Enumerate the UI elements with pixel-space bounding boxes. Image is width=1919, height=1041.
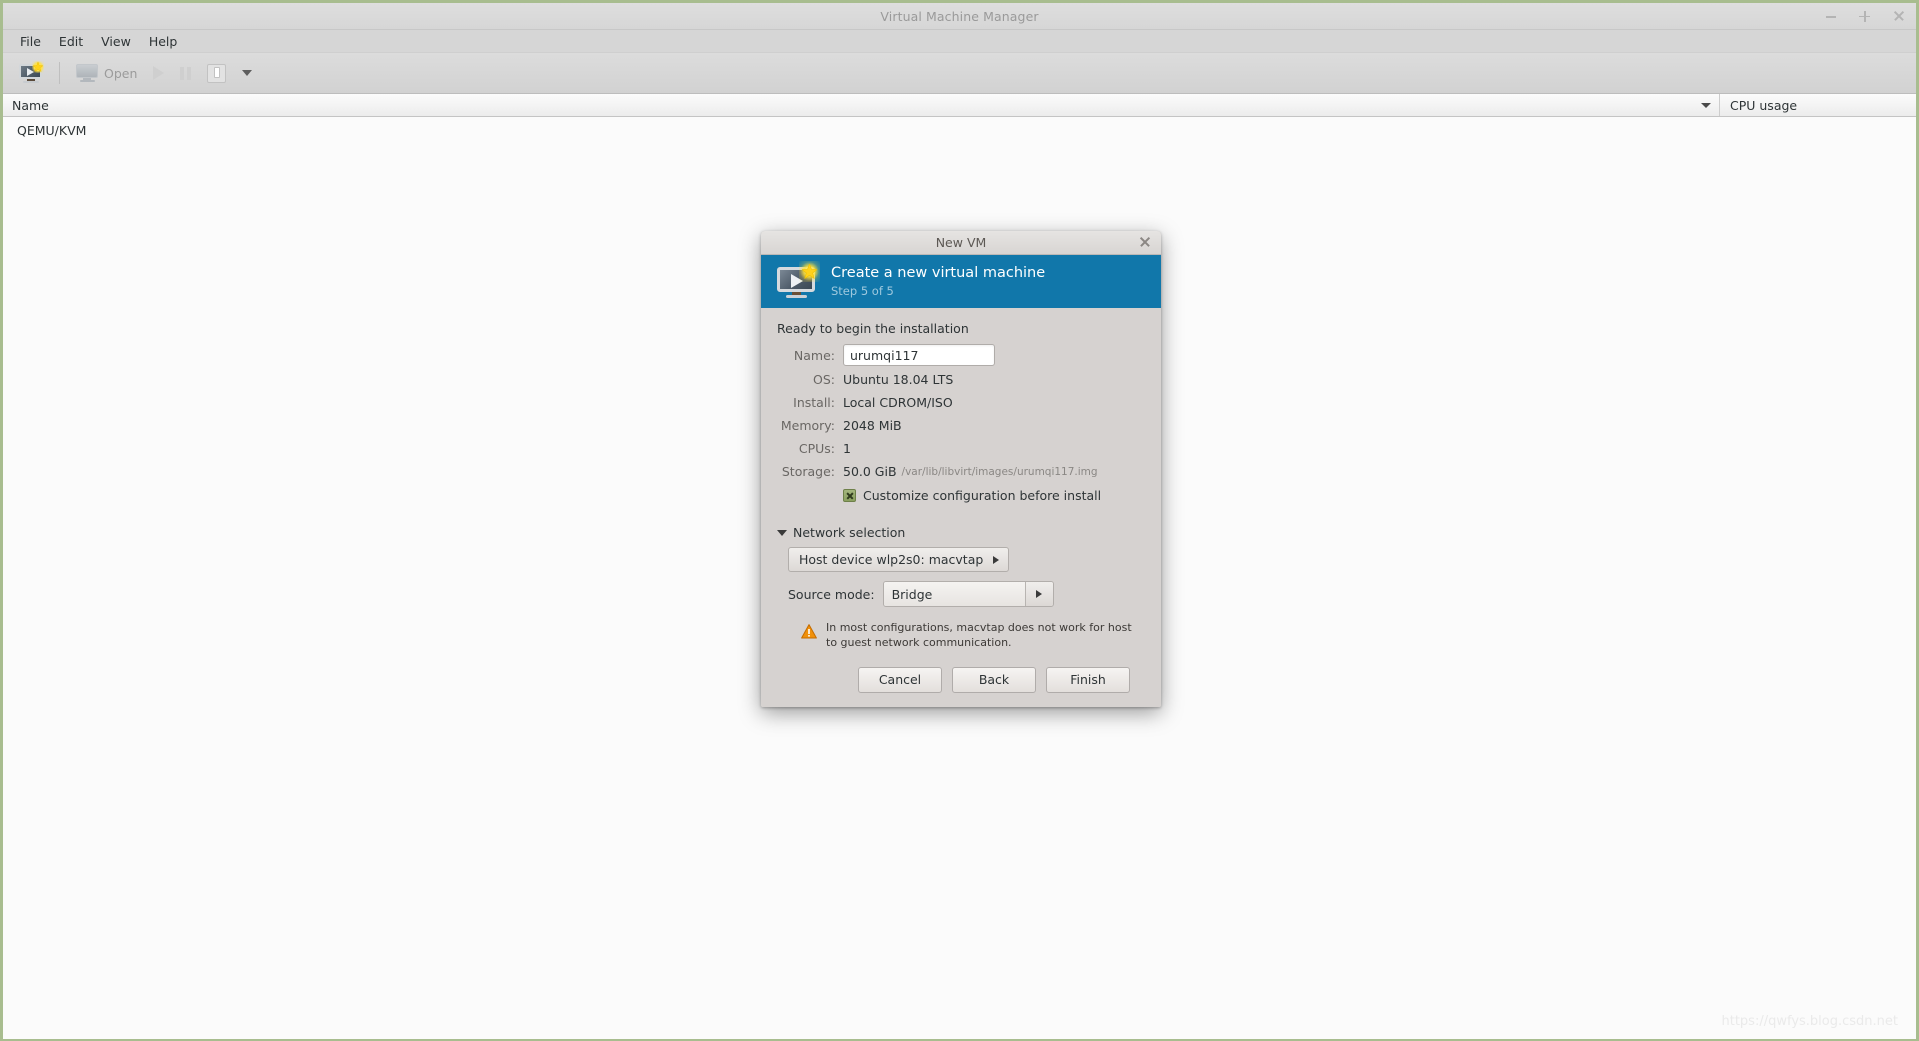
menu-file[interactable]: File [11, 32, 50, 51]
shutdown-button[interactable] [200, 61, 233, 86]
triangle-right-icon [1036, 590, 1043, 598]
open-button-label: Open [104, 65, 138, 81]
name-label: Name: [793, 347, 835, 363]
menu-view[interactable]: View [92, 32, 140, 51]
network-device-combo[interactable]: Host device wlp2s0: macvtap [788, 547, 1010, 572]
install-value: Local CDROM/ISO [843, 395, 953, 410]
customize-config-label: Customize configuration before install [863, 488, 1102, 503]
finish-button[interactable]: Finish [1046, 666, 1130, 693]
list-item-label: QEMU/KVM [17, 123, 87, 138]
pause-button[interactable] [173, 64, 198, 83]
customize-config-checkbox-row[interactable]: Customize configuration before install [843, 488, 1145, 503]
shutdown-icon [207, 63, 227, 83]
column-header-name[interactable]: Name [3, 94, 1720, 116]
new-vm-icon [19, 60, 44, 84]
memory-label: Memory: [780, 418, 835, 433]
column-header-cpu-usage[interactable]: CPU usage [1720, 94, 1916, 116]
source-mode-label: Source mode: [788, 586, 875, 602]
open-button[interactable]: Open [69, 61, 144, 85]
source-mode-combo-arrow[interactable] [1024, 582, 1053, 606]
dialog-button-bar: Cancel Back Finish [777, 651, 1145, 707]
minimize-icon[interactable] [1824, 9, 1838, 23]
toolbar-menu-button[interactable] [235, 67, 259, 79]
toolbar: Open [3, 53, 1916, 94]
triangle-down-icon [777, 529, 787, 536]
network-selection-section: Network selection Host device wlp2s0: ma… [777, 525, 1145, 651]
menu-edit[interactable]: Edit [50, 32, 92, 51]
os-label: OS: [813, 372, 835, 387]
source-mode-row: Source mode: Bridge [788, 581, 1145, 607]
run-button[interactable] [146, 63, 171, 83]
window-title: Virtual Machine Manager [880, 8, 1039, 24]
field-row-install: Install: Local CDROM/ISO [777, 393, 1145, 412]
dialog-titlebar: New VM [761, 231, 1161, 255]
menubar: File Edit View Help [3, 30, 1916, 53]
network-device-value: Host device wlp2s0: macvtap [799, 552, 984, 567]
dialog-step-indicator: Step 5 of 5 [831, 284, 894, 298]
sort-descending-icon [1701, 102, 1711, 108]
field-row-name: Name: [777, 344, 1145, 366]
storage-value: 50.0 GiB [843, 464, 897, 479]
storage-path: /var/lib/libvirt/images/urumqi117.img [901, 465, 1098, 478]
install-label: Install: [793, 395, 835, 410]
dialog-body: Ready to begin the installation Name: OS… [761, 308, 1161, 707]
new-vm-dialog: New VM Create a new virtual machine Step… [761, 231, 1161, 707]
summary-fields: Name: OS: Ubuntu 18.04 LTS Install: Loca… [777, 344, 1145, 503]
toolbar-separator [59, 62, 60, 84]
monitor-icon [76, 64, 98, 82]
field-row-os: OS: Ubuntu 18.04 LTS [777, 370, 1145, 389]
dialog-header-banner: Create a new virtual machine Step 5 of 5 [761, 255, 1161, 308]
macvtap-warning-text: In most configurations, macvtap does not… [826, 621, 1132, 649]
pause-icon [180, 66, 192, 80]
back-button[interactable]: Back [952, 666, 1036, 693]
macvtap-warning: In most configurations, macvtap does not… [801, 621, 1145, 651]
vm-name-input[interactable] [843, 344, 995, 366]
chevron-down-icon [242, 70, 253, 76]
column-header-name-label: Name [12, 97, 49, 113]
list-item[interactable]: QEMU/KVM [3, 117, 1916, 138]
triangle-right-icon [993, 555, 1000, 564]
checkbox-checked-icon[interactable] [843, 489, 856, 502]
dialog-close-icon[interactable] [1138, 235, 1152, 249]
storage-label: Storage: [781, 464, 835, 479]
watermark: https://qwfys.blog.csdn.net [1721, 1014, 1898, 1029]
dialog-title: New VM [935, 235, 987, 250]
source-mode-value: Bridge [883, 582, 1025, 606]
menu-help[interactable]: Help [140, 32, 187, 51]
os-value: Ubuntu 18.04 LTS [843, 372, 954, 387]
column-header-cpu-usage-label: CPU usage [1730, 97, 1798, 113]
vmm-window: Virtual Machine Manager File Edit View H… [0, 0, 1919, 1041]
cpus-label: CPUs: [798, 441, 835, 456]
cancel-button[interactable]: Cancel [858, 666, 942, 693]
warning-icon [801, 624, 817, 639]
close-icon[interactable] [1892, 9, 1906, 23]
play-icon [153, 66, 165, 80]
memory-value: 2048 MiB [843, 418, 902, 433]
dialog-heading: Create a new virtual machine [831, 265, 1046, 281]
window-controls [1824, 3, 1906, 29]
new-vm-button[interactable] [12, 60, 50, 87]
field-row-storage: Storage: 50.0 GiB /var/lib/libvirt/image… [777, 462, 1145, 481]
maximize-icon[interactable] [1858, 9, 1872, 23]
network-selection-expander[interactable]: Network selection [777, 525, 1145, 540]
list-column-headers: Name CPU usage [3, 94, 1916, 117]
source-mode-combo[interactable]: Bridge [882, 581, 1054, 607]
window-titlebar: Virtual Machine Manager [3, 3, 1916, 30]
field-row-memory: Memory: 2048 MiB [777, 416, 1145, 435]
network-selection-label: Network selection [793, 525, 906, 540]
new-vm-wizard-icon [777, 260, 820, 300]
cpus-value: 1 [843, 441, 851, 456]
ready-message: Ready to begin the installation [777, 321, 969, 336]
field-row-cpus: CPUs: 1 [777, 439, 1145, 458]
